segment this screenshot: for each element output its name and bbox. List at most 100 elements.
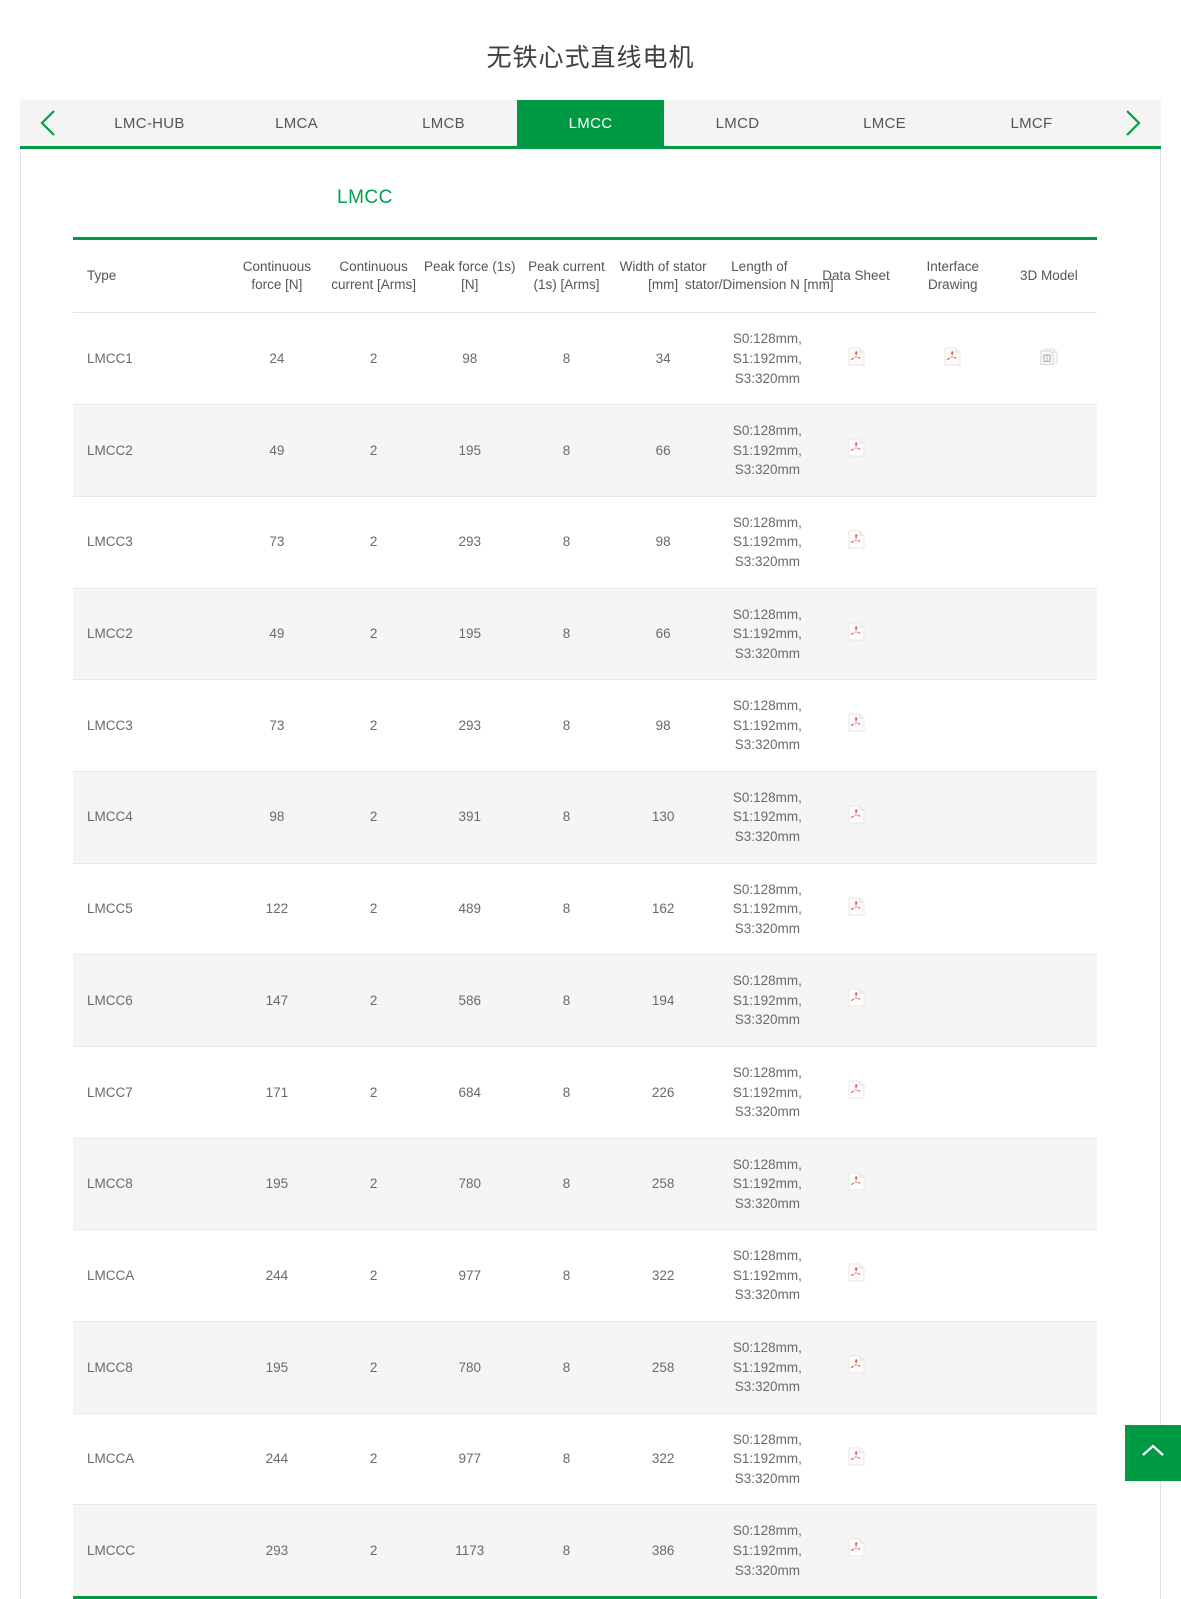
cell-peak-current: 8: [518, 771, 615, 863]
cell-type: LMCC3: [73, 496, 228, 588]
cell-peak-current: 8: [518, 1413, 615, 1505]
cell-length-of-stator: S0:128mm, S1:192mm, S3:320mm: [711, 588, 807, 680]
cell-length-of-stator: S0:128mm, S1:192mm, S3:320mm: [711, 1505, 807, 1598]
cell-data-sheet[interactable]: [807, 405, 904, 497]
cell-continuous-force: 49: [228, 405, 325, 497]
cell-continuous-current: 2: [325, 588, 421, 680]
cell-interface-drawing: [905, 1138, 1001, 1230]
cell-data-sheet[interactable]: [807, 1046, 904, 1138]
spec-table-container: Type Continuous force [N] Continuous cur…: [73, 237, 1097, 1599]
cell-length-of-stator: S0:128mm, S1:192mm, S3:320mm: [711, 955, 807, 1047]
cell-width-of-stator: 322: [615, 1230, 711, 1322]
pdf-icon[interactable]: [848, 805, 865, 824]
cell-length-of-stator: S0:128mm, S1:192mm, S3:320mm: [711, 1230, 807, 1322]
tab-label: LMCA: [275, 115, 318, 132]
cell-data-sheet[interactable]: [807, 680, 904, 772]
cell-peak-current: 8: [518, 588, 615, 680]
cell-data-sheet[interactable]: [807, 863, 904, 955]
cell-width-of-stator: 386: [615, 1505, 711, 1598]
chevron-up-icon: [1140, 1443, 1166, 1464]
table-row: LMCC819527808258S0:128mm, S1:192mm, S3:3…: [73, 1138, 1097, 1230]
table-row: LMCC614725868194S0:128mm, S1:192mm, S3:3…: [73, 955, 1097, 1047]
cell-peak-current: 8: [518, 1505, 615, 1598]
section-title: LMCC: [337, 187, 1160, 209]
cell-data-sheet[interactable]: [807, 955, 904, 1047]
cell-length-of-stator: S0:128mm, S1:192mm, S3:320mm: [711, 680, 807, 772]
cell-continuous-force: 293: [228, 1505, 325, 1598]
cell-peak-current: 8: [518, 1322, 615, 1414]
tab-lmcb[interactable]: LMCB: [370, 100, 517, 146]
3d-model-icon[interactable]: [1040, 347, 1058, 366]
table-row: LMCC2492195866S0:128mm, S1:192mm, S3:320…: [73, 405, 1097, 497]
pdf-icon[interactable]: [848, 897, 865, 916]
tab-lmcd[interactable]: LMCD: [664, 100, 811, 146]
cell-peak-current: 8: [518, 1046, 615, 1138]
tab-lmc-hub[interactable]: LMC-HUB: [76, 100, 223, 146]
cell-3d-model[interactable]: [1001, 313, 1097, 405]
column-header-3d-model: 3D Model: [1001, 239, 1097, 313]
cell-data-sheet[interactable]: [807, 1230, 904, 1322]
cell-continuous-current: 2: [325, 1505, 421, 1598]
cell-continuous-force: 24: [228, 313, 325, 405]
cell-continuous-force: 244: [228, 1413, 325, 1505]
page-title: 无铁心式直线电机: [0, 0, 1181, 100]
cell-peak-current: 8: [518, 405, 615, 497]
tab-next-arrow[interactable]: [1105, 100, 1161, 146]
tab-lmce[interactable]: LMCE: [811, 100, 958, 146]
cell-interface-drawing: [905, 405, 1001, 497]
cell-data-sheet[interactable]: [807, 771, 904, 863]
tab-lmcf[interactable]: LMCF: [958, 100, 1105, 146]
tab-lmcc[interactable]: LMCC: [517, 100, 664, 146]
table-row: LMCCA24429778322S0:128mm, S1:192mm, S3:3…: [73, 1413, 1097, 1505]
back-to-top-button[interactable]: [1125, 1425, 1181, 1481]
cell-interface-drawing[interactable]: [905, 313, 1001, 405]
cell-continuous-force: 49: [228, 588, 325, 680]
cell-length-of-stator: S0:128mm, S1:192mm, S3:320mm: [711, 1046, 807, 1138]
cell-data-sheet[interactable]: [807, 496, 904, 588]
cell-interface-drawing: [905, 955, 1001, 1047]
cell-continuous-force: 195: [228, 1322, 325, 1414]
cell-peak-force: 977: [422, 1413, 518, 1505]
pdf-icon[interactable]: [848, 622, 865, 641]
column-header-length-of-stator: Length of stator/Dimension N [mm]: [711, 239, 807, 313]
pdf-icon[interactable]: [848, 1263, 865, 1282]
cell-type: LMCCC: [73, 1505, 228, 1598]
cell-width-of-stator: 322: [615, 1413, 711, 1505]
cell-3d-model: [1001, 771, 1097, 863]
cell-data-sheet[interactable]: [807, 1505, 904, 1598]
cell-peak-current: 8: [518, 313, 615, 405]
pdf-icon[interactable]: [848, 1447, 865, 1466]
cell-continuous-force: 244: [228, 1230, 325, 1322]
tab-label: LMCE: [863, 115, 906, 132]
chevron-right-icon: [1122, 108, 1144, 138]
tab-lmca[interactable]: LMCA: [223, 100, 370, 146]
pdf-icon[interactable]: [848, 347, 865, 366]
cell-length-of-stator: S0:128mm, S1:192mm, S3:320mm: [711, 863, 807, 955]
table-row: LMCC49823918130S0:128mm, S1:192mm, S3:32…: [73, 771, 1097, 863]
cell-data-sheet[interactable]: [807, 588, 904, 680]
cell-continuous-current: 2: [325, 1046, 421, 1138]
cell-peak-force: 780: [422, 1138, 518, 1230]
pdf-icon[interactable]: [848, 1080, 865, 1099]
table-row: LMCC3732293898S0:128mm, S1:192mm, S3:320…: [73, 680, 1097, 772]
cell-interface-drawing: [905, 1413, 1001, 1505]
pdf-icon[interactable]: [848, 713, 865, 732]
cell-3d-model: [1001, 496, 1097, 588]
cell-data-sheet[interactable]: [807, 1413, 904, 1505]
pdf-icon[interactable]: [848, 438, 865, 457]
cell-3d-model: [1001, 1505, 1097, 1598]
cell-width-of-stator: 98: [615, 496, 711, 588]
pdf-icon[interactable]: [848, 1538, 865, 1557]
spec-table: Type Continuous force [N] Continuous cur…: [73, 237, 1097, 1599]
column-header-width-of-stator: Width of stator [mm]: [615, 239, 711, 313]
cell-data-sheet[interactable]: [807, 313, 904, 405]
pdf-icon[interactable]: [848, 530, 865, 549]
pdf-icon[interactable]: [944, 347, 961, 366]
tab-prev-arrow[interactable]: [20, 100, 76, 146]
cell-type: LMCC2: [73, 405, 228, 497]
pdf-icon[interactable]: [848, 1355, 865, 1374]
cell-data-sheet[interactable]: [807, 1138, 904, 1230]
pdf-icon[interactable]: [848, 1172, 865, 1191]
pdf-icon[interactable]: [848, 988, 865, 1007]
cell-data-sheet[interactable]: [807, 1322, 904, 1414]
